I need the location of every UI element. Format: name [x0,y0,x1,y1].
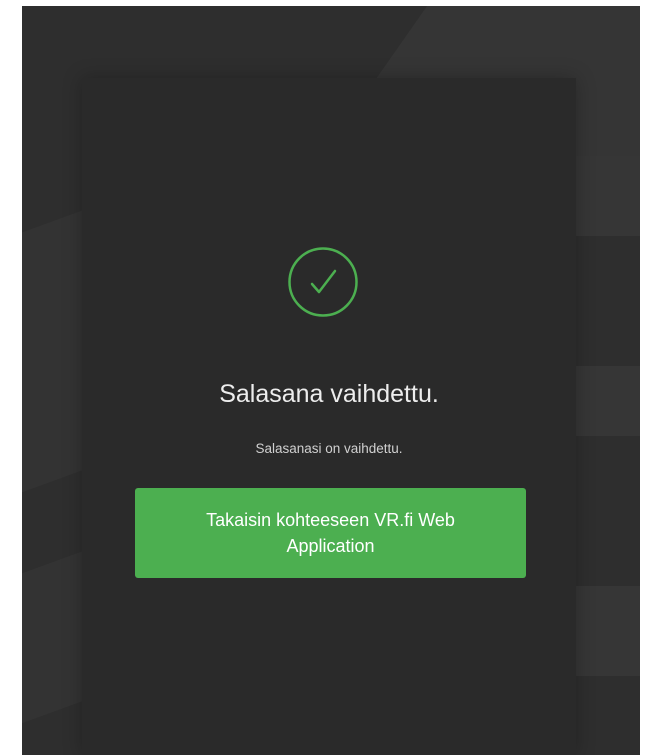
back-button-label: Takaisin kohteeseen VR.fi Web Applicatio… [206,510,455,556]
back-to-application-button[interactable]: Takaisin kohteeseen VR.fi Web Applicatio… [135,488,526,578]
checkmark-circle-icon [287,246,359,318]
confirmation-message: Salasanasi on vaihdettu. [255,441,403,456]
background-stripe [22,210,82,522]
confirmation-card: Salasana vaihdettu. Salasanasi on vaihde… [82,78,576,755]
page-title: Salasana vaihdettu. [219,380,439,408]
page-background: Salasana vaihdettu. Salasanasi on vaihde… [22,6,640,755]
